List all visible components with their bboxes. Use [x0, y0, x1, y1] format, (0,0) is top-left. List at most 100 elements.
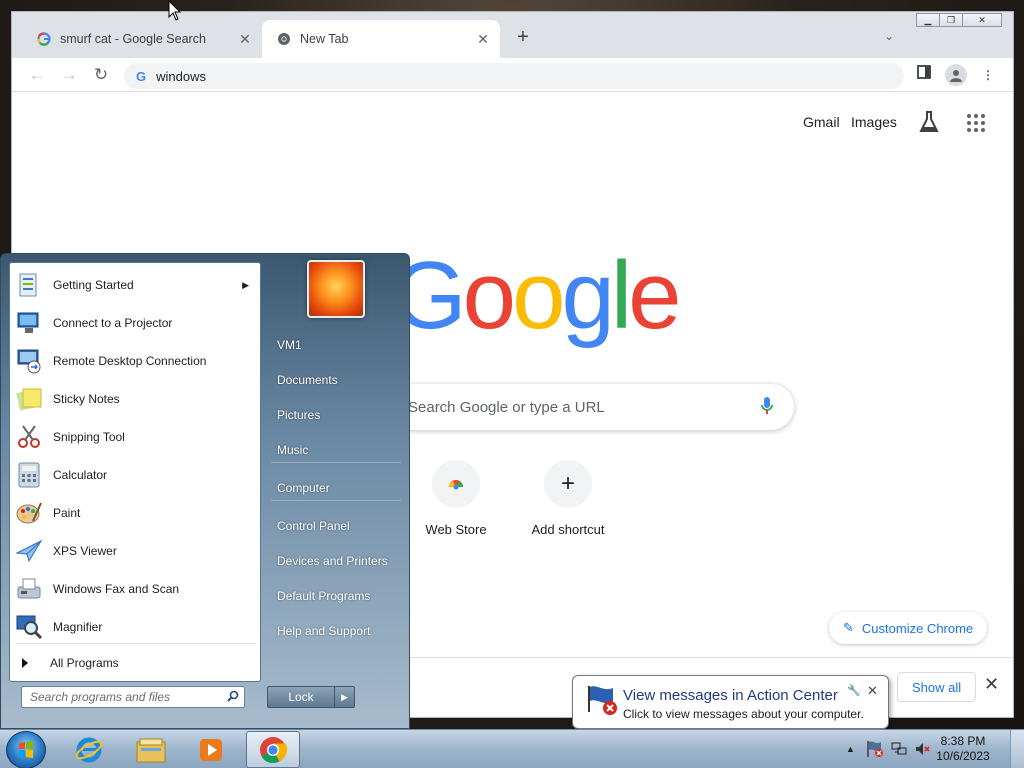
action-center-flag-icon[interactable] — [866, 740, 884, 761]
customize-label: Customize Chrome — [861, 620, 974, 636]
all-programs-label: All Programs — [50, 656, 119, 670]
menu-kebab-icon[interactable]: ⋮ — [977, 64, 999, 86]
show-desktop-button[interactable] — [1010, 730, 1024, 768]
images-link[interactable]: Images — [851, 114, 897, 130]
action-center-notification[interactable]: View messages in Action Center Click to … — [572, 675, 889, 742]
program-item[interactable]: XPS Viewer — [13, 533, 259, 569]
tab-smurf-cat[interactable]: smurf cat - Google Search ✕ — [22, 20, 262, 58]
tab-search-chevron-icon[interactable]: ⌄ — [884, 29, 894, 43]
tab-title: New Tab — [300, 32, 349, 46]
volume-muted-icon[interactable] — [914, 740, 932, 761]
shortcut-add[interactable]: + Add shortcut — [512, 460, 624, 537]
search-input[interactable]: Search Google or type a URL — [392, 384, 794, 430]
start-link-default-programs[interactable]: Default Programs — [267, 583, 401, 609]
show-all-button[interactable]: Show all — [897, 672, 977, 702]
side-panel-icon[interactable] — [913, 64, 935, 86]
google-logo: Google — [392, 248, 682, 344]
google-apps-icon[interactable] — [967, 114, 985, 132]
tab-new-tab[interactable]: New Tab ✕ — [262, 20, 500, 58]
program-item[interactable]: Paint — [13, 495, 259, 531]
remote-desktop-icon — [13, 345, 45, 377]
shutdown-options-arrow-icon[interactable]: ▶ — [335, 686, 355, 708]
start-link-vm1[interactable]: VM1 — [267, 332, 401, 358]
windows-explorer-icon[interactable] — [124, 731, 178, 768]
internet-explorer-icon[interactable] — [62, 731, 116, 768]
wrench-icon[interactable]: 🔧 — [847, 684, 861, 697]
media-player-icon[interactable] — [184, 731, 238, 768]
profile-avatar-icon[interactable] — [945, 64, 967, 86]
all-programs-item[interactable]: All Programs — [18, 651, 254, 675]
start-link-control-panel[interactable]: Control Panel — [267, 513, 401, 539]
divider — [271, 500, 401, 501]
magnifier-icon — [13, 611, 45, 643]
logo-letter: l — [610, 242, 632, 349]
back-arrow-icon[interactable]: ← — [26, 64, 48, 86]
browser-toolbar: ← → ↻ G windows ⋮ — [12, 58, 1013, 92]
show-hidden-icons-arrow[interactable]: ▲ — [846, 744, 855, 754]
minimize-button[interactable]: ▁ — [916, 13, 940, 27]
start-button[interactable] — [6, 731, 46, 768]
lock-button-group: Lock ▶ — [267, 686, 355, 708]
paint-palette-icon — [13, 497, 45, 529]
address-bar[interactable]: G windows — [124, 63, 904, 89]
user-picture[interactable] — [307, 260, 365, 318]
chrome-taskbar-button[interactable] — [246, 731, 300, 768]
scissors-icon — [13, 421, 45, 453]
shortcut-web-store[interactable]: Web Store — [400, 460, 512, 537]
program-item[interactable]: Connect to a Projector — [13, 305, 259, 341]
close-icon[interactable]: ✕ — [474, 31, 492, 48]
start-menu: All Programs Getting Started ▶ Connect to … — [0, 253, 410, 729]
maximize-button[interactable]: ❐ — [939, 13, 963, 27]
start-link-pictures[interactable]: Pictures — [267, 402, 401, 428]
customize-chrome-button[interactable]: ✎ Customize Chrome — [829, 612, 988, 644]
search-programs-placeholder: Search programs and files — [30, 690, 171, 704]
calculator-icon — [13, 459, 45, 491]
divider — [271, 462, 401, 463]
program-label: XPS Viewer — [53, 544, 117, 558]
program-label: Calculator — [53, 468, 108, 482]
network-icon[interactable] — [890, 740, 908, 761]
clock-time: 8:38 PM — [940, 734, 986, 748]
search-programs-input[interactable]: Search programs and files — [21, 686, 245, 708]
notification-title[interactable]: View messages in Action Center — [623, 687, 838, 704]
close-icon[interactable]: ✕ — [984, 674, 999, 695]
xps-viewer-icon — [13, 535, 45, 567]
action-center-flag-icon — [585, 684, 619, 719]
program-item[interactable]: Remote Desktop Connection — [13, 343, 259, 379]
program-item[interactable]: Snipping Tool — [13, 419, 259, 455]
mouse-cursor-icon — [168, 0, 182, 25]
labs-flask-icon[interactable] — [918, 110, 940, 137]
program-label: Sticky Notes — [53, 392, 120, 406]
program-item[interactable]: Calculator — [13, 457, 259, 493]
web-store-icon — [432, 460, 480, 508]
start-link-devices-and-printers[interactable]: Devices and Printers — [267, 548, 401, 574]
google-g-icon: G — [136, 68, 147, 84]
start-link-documents[interactable]: Documents — [267, 367, 401, 393]
projector-icon — [13, 307, 45, 339]
chrome-icon — [276, 31, 292, 47]
google-g-icon — [36, 31, 52, 47]
clock[interactable]: 8:38 PM 10/6/2023 — [934, 734, 992, 764]
gmail-link[interactable]: Gmail — [803, 114, 840, 130]
start-link-computer[interactable]: Computer — [267, 475, 401, 501]
window-close-button[interactable]: ✕ — [962, 13, 1002, 27]
close-icon[interactable]: ✕ — [236, 31, 254, 48]
program-item[interactable]: Magnifier — [13, 609, 259, 645]
program-item[interactable]: Getting Started ▶ — [13, 267, 259, 303]
arrow-right-icon — [22, 658, 28, 668]
forward-arrow-icon[interactable]: → — [58, 64, 80, 86]
new-tab-button[interactable]: + — [512, 26, 534, 49]
microphone-icon[interactable] — [760, 396, 774, 419]
reload-icon[interactable]: ↻ — [90, 64, 112, 86]
shortcut-label: Add shortcut — [531, 522, 605, 537]
start-link-music[interactable]: Music — [267, 437, 401, 463]
program-item[interactable]: Windows Fax and Scan — [13, 571, 259, 607]
notification-text: Click to view messages about your comput… — [623, 707, 864, 721]
program-item[interactable]: Sticky Notes — [13, 381, 259, 417]
close-icon[interactable]: ✕ — [867, 683, 878, 699]
clock-date: 10/6/2023 — [936, 749, 990, 763]
lock-button[interactable]: Lock — [267, 686, 335, 708]
start-link-help-and-support[interactable]: Help and Support — [267, 618, 401, 644]
search-icon — [227, 690, 239, 705]
program-label: Magnifier — [53, 620, 103, 634]
